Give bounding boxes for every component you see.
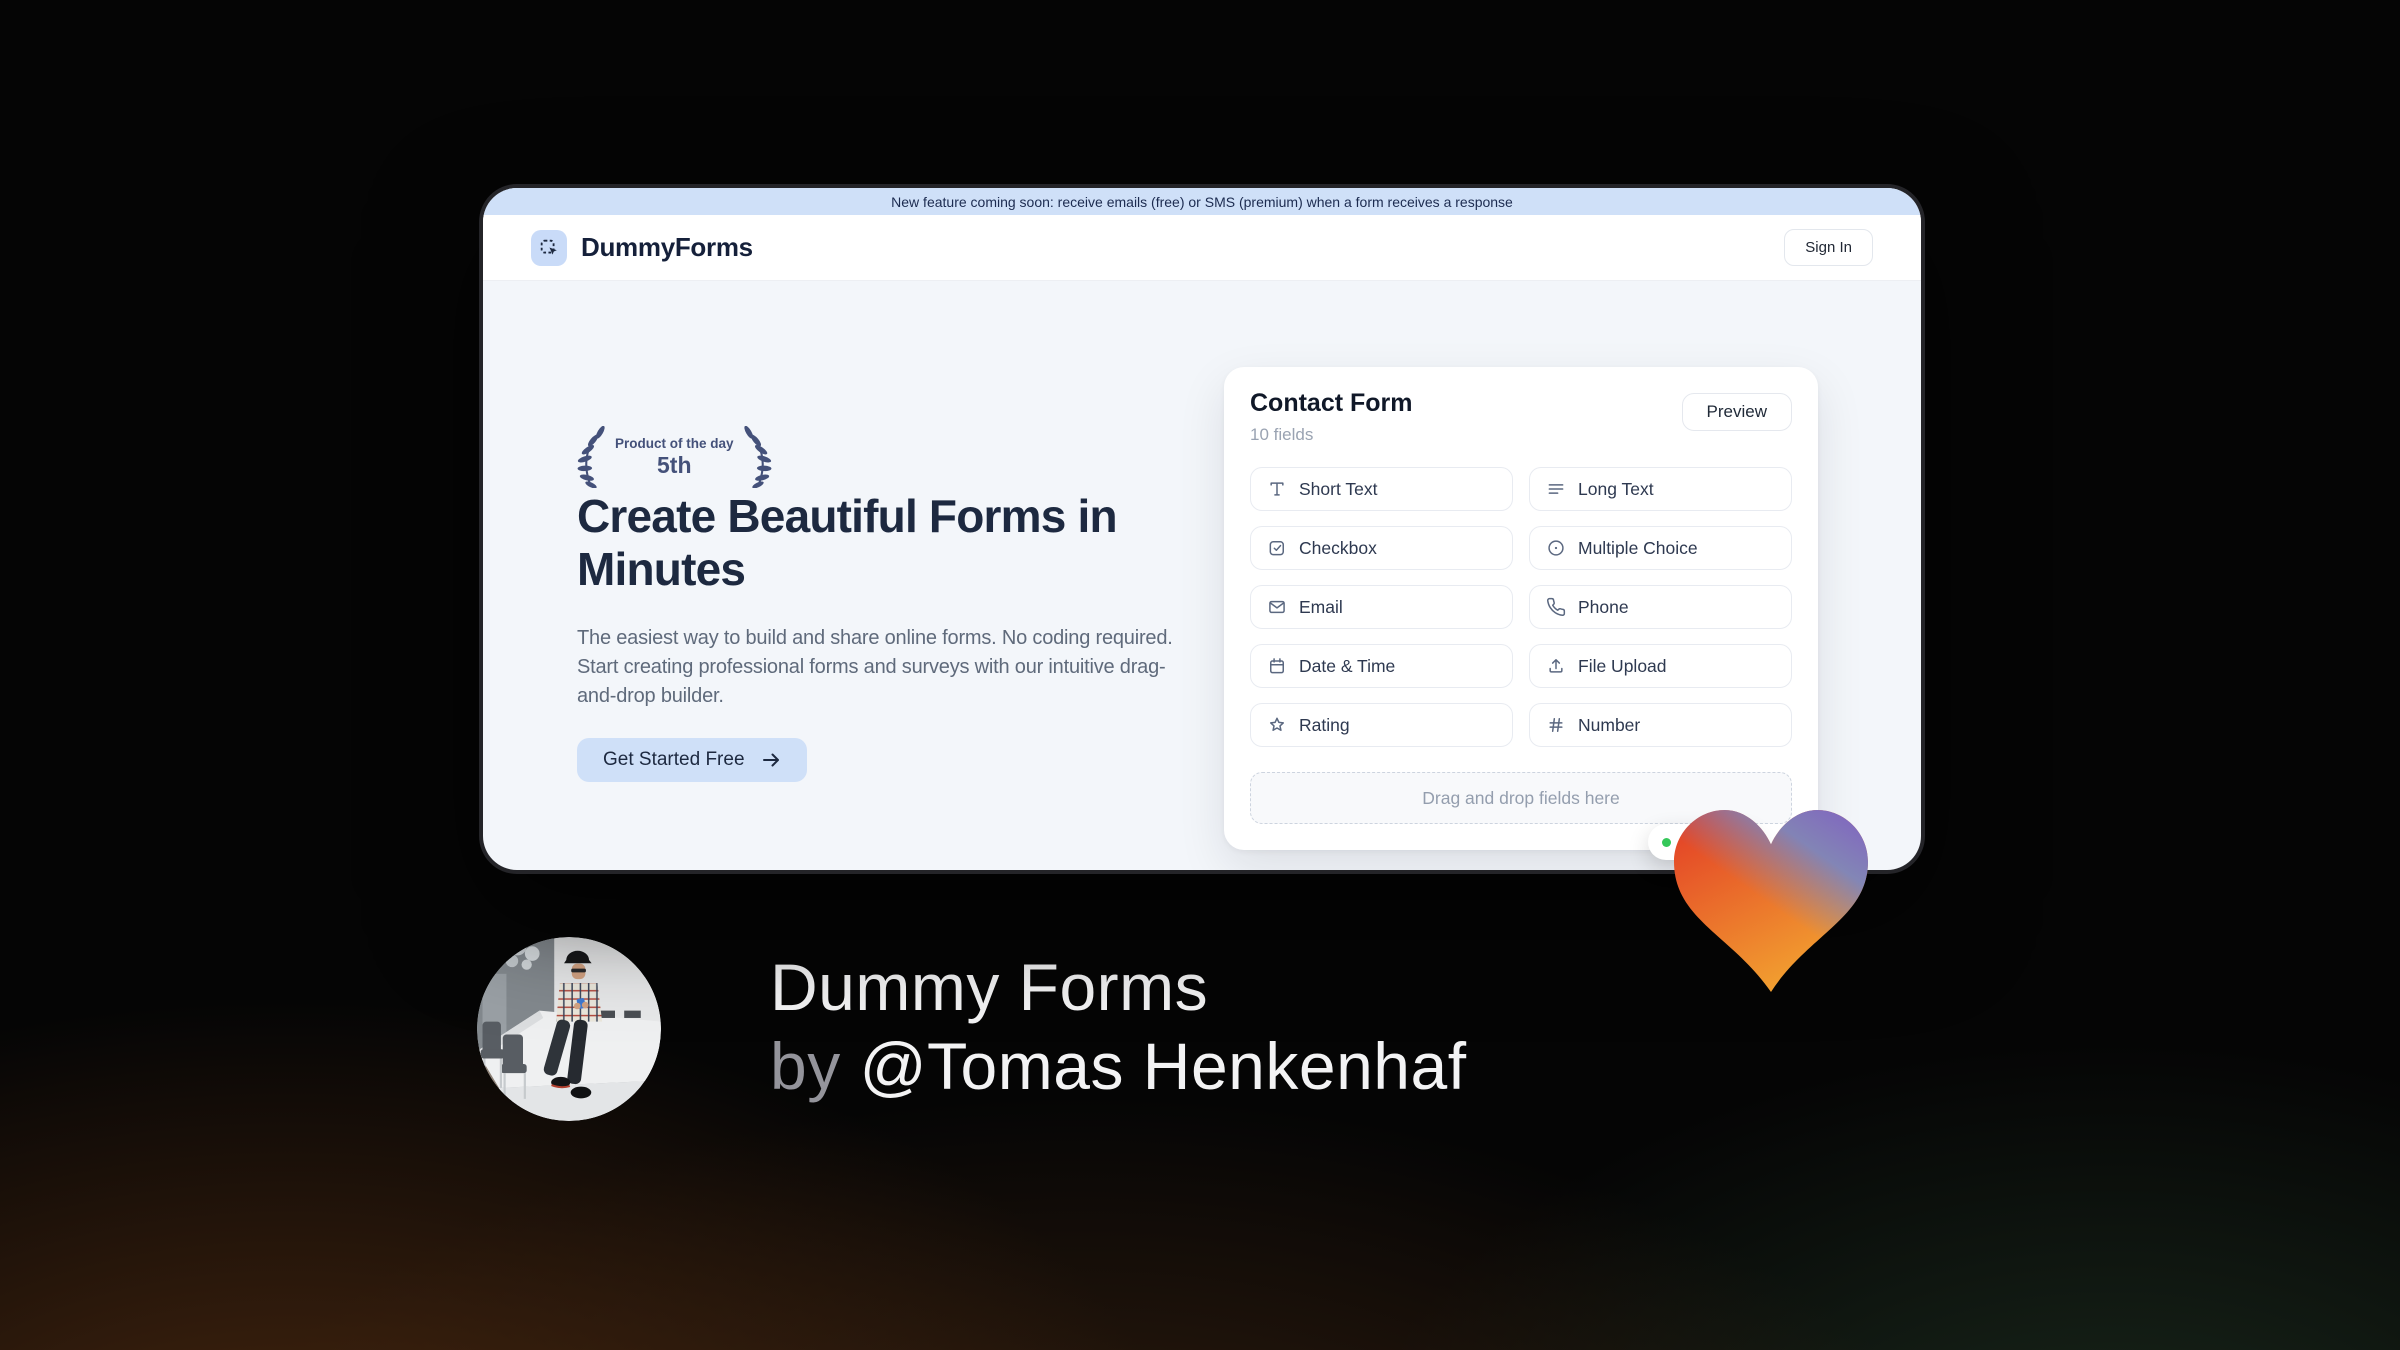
field-type-label: Rating [1299,714,1350,735]
field-type-label: Date & Time [1299,655,1396,676]
star-icon [1267,715,1287,735]
hero-title-line2: Minutes [577,543,746,595]
hash-icon [1546,715,1566,735]
field-type-button[interactable]: Short Text [1250,467,1513,511]
checkbox-icon [1267,538,1287,558]
get-started-button[interactable]: Get Started Free [577,738,807,782]
field-type-label: File Upload [1578,655,1667,676]
field-type-button[interactable]: Phone [1529,585,1792,629]
caption-author: @Tomas Henkenhaf [859,1029,1467,1103]
caption: Dummy Forms by @Tomas Henkenhaf [770,948,1467,1106]
lines-icon [1546,479,1566,499]
field-type-label: Multiple Choice [1578,537,1698,558]
drag-drop-hint: Drag and drop fields here [1422,787,1620,808]
arrow-right-icon [762,753,779,767]
hero-description: The easiest way to build and share onlin… [577,627,1173,707]
gradient-heart-logo [1674,810,1868,992]
app-header: DummyForms Sign In [483,215,1921,281]
laurel-right-icon [743,426,771,488]
avatar-photo [477,937,661,1121]
field-type-button[interactable]: Multiple Choice [1529,526,1792,570]
form-builder-card: Contact Form 10 fields Preview Short Tex… [1224,367,1818,850]
get-started-label: Get Started Free [603,749,745,770]
envelope-icon [1267,597,1287,617]
radio-circle-icon [1546,538,1566,558]
field-type-button[interactable]: Long Text [1529,467,1792,511]
text-icon [1267,479,1287,499]
announcement-banner: New feature coming soon: receive emails … [483,188,1921,215]
field-type-label: Short Text [1299,478,1378,499]
product-of-the-day-badge: Product of the day 5th [573,426,776,488]
field-type-button[interactable]: Email [1250,585,1513,629]
upload-icon [1546,656,1566,676]
green-status-dot-icon [1662,837,1671,847]
field-type-label: Email [1299,596,1343,617]
field-type-label: Number [1578,714,1641,735]
field-type-label: Checkbox [1299,537,1377,558]
form-title: Contact Form [1250,389,1413,417]
phone-icon [1546,597,1566,617]
caption-title: Dummy Forms [770,950,1209,1024]
field-type-palette: Short Text Long Text Checkbox Multiple C… [1250,467,1792,747]
field-type-label: Long Text [1578,478,1654,499]
badge-rank: 5th [657,451,692,478]
brand: DummyForms [531,229,753,266]
hero-title-line1: Create Beautiful Forms in [577,490,1118,542]
hero-title: Create Beautiful Forms in Minutes [577,490,1118,596]
preview-button[interactable]: Preview [1681,393,1792,431]
field-type-button[interactable]: File Upload [1529,644,1792,688]
field-type-label: Phone [1578,596,1629,617]
brand-name: DummyForms [581,232,753,262]
dummyforms-logo-icon [531,229,567,266]
field-type-button[interactable]: Rating [1250,703,1513,747]
calendar-icon [1267,656,1287,676]
badge-title: Product of the day [615,435,734,451]
field-type-button[interactable]: Number [1529,703,1792,747]
sign-in-button[interactable]: Sign In [1784,229,1873,266]
announcement-text: New feature coming soon: receive emails … [891,193,1513,210]
caption-byline: by @Tomas Henkenhaf [770,1029,1467,1103]
field-type-button[interactable]: Date & Time [1250,644,1513,688]
field-count: 10 fields [1250,425,1314,444]
laurel-left-icon [577,426,605,488]
dummyforms-window: New feature coming soon: receive emails … [483,188,1921,870]
field-type-button[interactable]: Checkbox [1250,526,1513,570]
